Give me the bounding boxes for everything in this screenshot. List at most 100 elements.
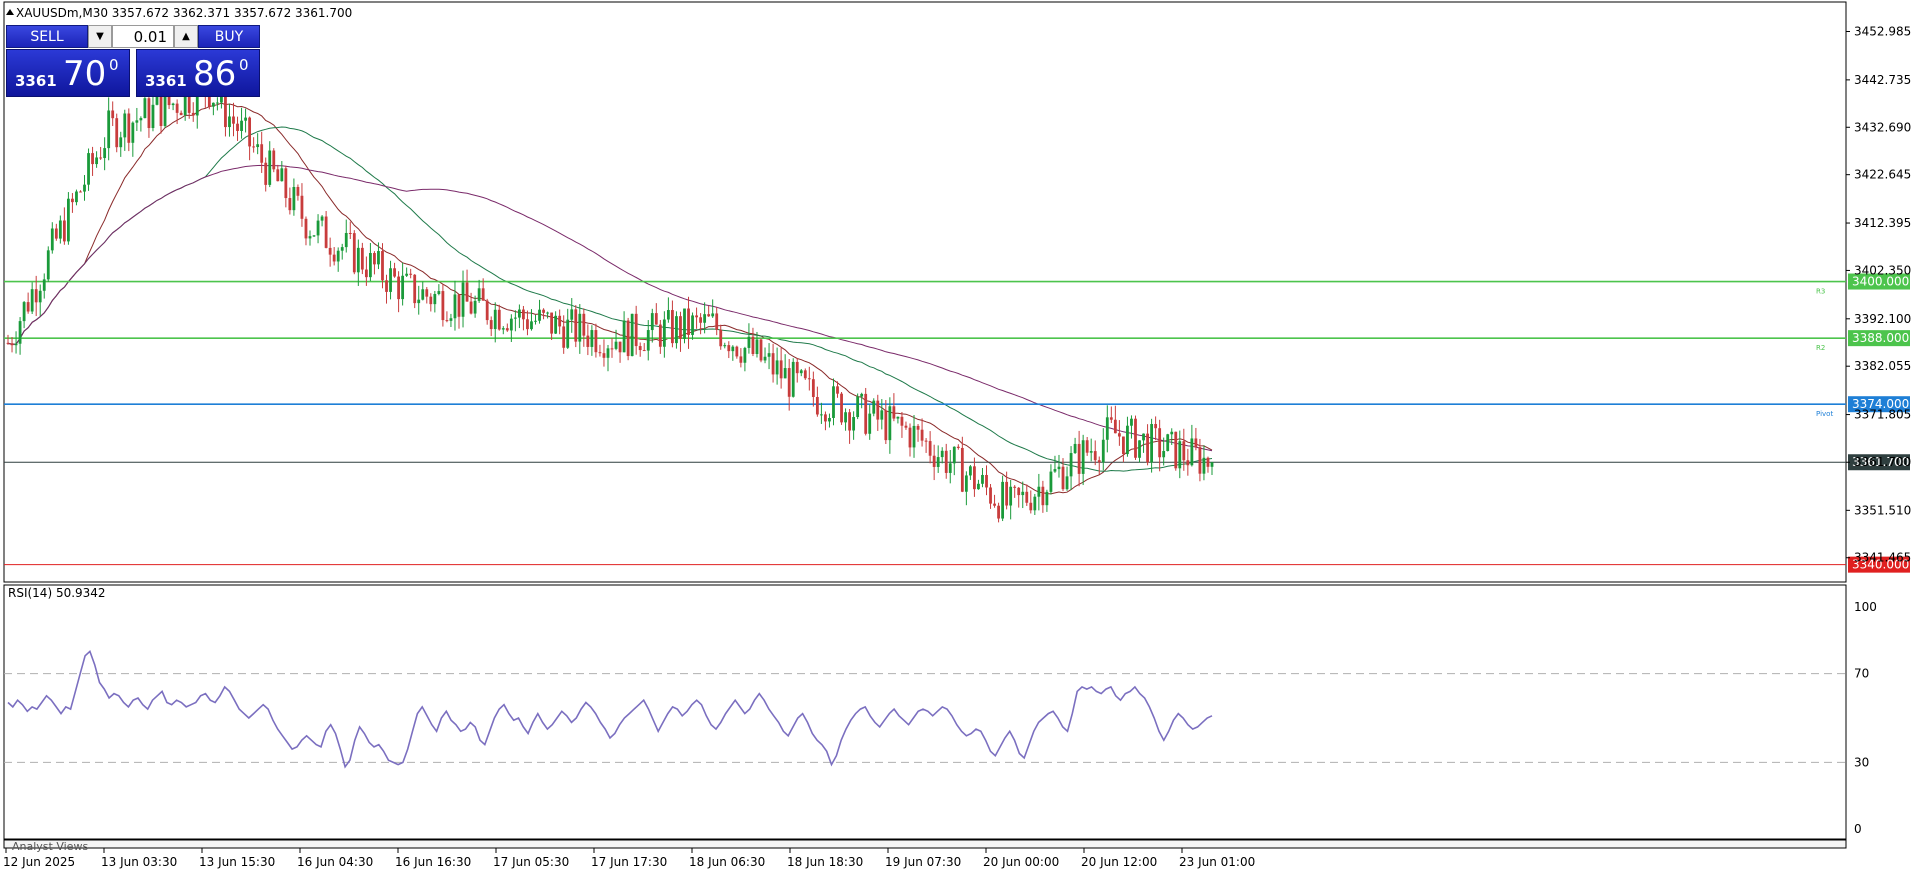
candle-body [115, 118, 119, 148]
candle-body [58, 220, 62, 239]
candle-body [1057, 466, 1061, 470]
candle-body [977, 483, 980, 490]
buy-price-fraction: 0 [239, 56, 249, 74]
candle-body [803, 370, 807, 379]
rsi-tick-label: 0 [1854, 822, 1862, 836]
buy-price-box[interactable]: 3361 86 0 [136, 49, 260, 97]
bottom-tab-bar [3, 839, 1847, 849]
candle-body [377, 251, 380, 265]
pivot-levels: 3400.000R33388.000R23374.000Pivot3361.70… [4, 273, 1910, 573]
ma-slow-line [7, 164, 1213, 452]
candle-body [735, 346, 739, 357]
candle-body [807, 378, 811, 380]
candle-body [662, 319, 666, 347]
candle-body [594, 330, 598, 353]
candle-body [373, 253, 376, 265]
candle-body [433, 294, 437, 305]
candle-body [787, 368, 791, 397]
candle-body [1126, 425, 1129, 455]
candle-body [932, 455, 936, 467]
candle-body [538, 309, 541, 321]
candle-body [1029, 502, 1033, 511]
candle-body [42, 279, 46, 291]
candle-body [1065, 476, 1069, 490]
candle-body [703, 314, 707, 323]
candle-body [1021, 491, 1025, 496]
candle-body [244, 117, 247, 121]
candle-body [127, 113, 131, 143]
candle-body [441, 291, 445, 321]
candle-body [542, 309, 545, 313]
candle-body [920, 429, 924, 441]
candle-body [1178, 441, 1182, 469]
candle-body [477, 288, 481, 301]
candle-body [409, 273, 413, 275]
candle-body [272, 150, 276, 170]
buy-price-prefix: 3361 [145, 72, 187, 90]
candle-body [421, 289, 425, 300]
candle-body [308, 236, 312, 239]
candle-body [562, 326, 566, 348]
candle-body [928, 441, 932, 456]
candle-body [397, 276, 400, 300]
candle-body [856, 396, 860, 418]
candle-body [1013, 486, 1017, 488]
candle-body [650, 313, 654, 331]
lot-decrease-button[interactable]: ▼ [88, 25, 112, 48]
candle-body [344, 232, 348, 248]
candle-body [123, 113, 127, 138]
candle-body [715, 313, 719, 330]
candle-body [888, 406, 892, 441]
level-tag: R2 [1816, 344, 1825, 352]
candle-body [268, 150, 272, 185]
buy-button[interactable]: BUY [198, 25, 260, 48]
candle-body [779, 360, 783, 379]
analyst-views-tab[interactable]: Analyst Views [12, 840, 88, 853]
candle-body [405, 273, 409, 276]
candle-body [360, 247, 364, 270]
candle-body [767, 353, 771, 357]
candle-body [852, 417, 856, 431]
candle-body [598, 352, 602, 354]
sell-price-digits: 70 [63, 54, 107, 94]
candle-body [868, 413, 872, 434]
lot-increase-button[interactable]: ▲ [174, 25, 198, 48]
candle-body [288, 198, 292, 211]
candle-body [699, 317, 703, 323]
candle-body [586, 335, 590, 347]
sell-price-box[interactable]: 3361 70 0 [6, 49, 130, 97]
time-tick-label: 16 Jun 04:30 [297, 855, 373, 869]
candle-body [1049, 471, 1053, 492]
price-tick-label: 3361.700 [1854, 455, 1911, 469]
lot-size-input[interactable] [112, 25, 174, 48]
candle-body [1045, 491, 1049, 506]
candle-body [824, 414, 827, 422]
candle-body [119, 137, 123, 148]
candle-body [570, 309, 574, 320]
candle-body [522, 309, 525, 320]
one-click-trade-panel: SELL ▼ ▲ BUY 3361 70 0 3361 86 0 [6, 25, 260, 97]
candle-body [505, 328, 509, 331]
candle-body [985, 474, 988, 488]
price-axis: 3452.985 3442.735 3432.690 3422.645 3412.395… [1846, 25, 1911, 565]
candle-body [304, 218, 308, 239]
candle-body [1166, 434, 1170, 452]
triangle-up-icon[interactable] [6, 9, 14, 15]
candle-body [960, 447, 964, 492]
candle-body [71, 198, 74, 203]
sell-button[interactable]: SELL [6, 25, 88, 48]
candle-body [139, 118, 143, 121]
candle-body [618, 341, 622, 353]
candle-body [385, 280, 388, 292]
candle-body [916, 425, 920, 430]
candle-body [872, 400, 876, 414]
candle-body [75, 191, 78, 203]
chart-canvas[interactable]: 3400.000R33388.000R23374.000Pivot3361.70… [0, 0, 1916, 874]
candle-body [91, 153, 94, 165]
candle-body [54, 228, 58, 239]
candle-body [276, 169, 280, 182]
candle-body [1162, 451, 1166, 458]
candle-body [1170, 431, 1174, 435]
candle-body [1025, 491, 1029, 503]
level-label: 3388.000 [1852, 331, 1909, 345]
